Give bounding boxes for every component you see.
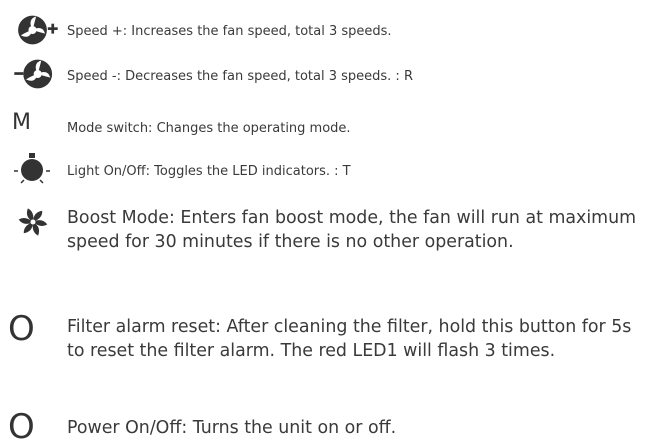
boost-fan-icon	[18, 208, 48, 236]
item-text: Mode switch: Changes the operating mode.	[67, 121, 351, 136]
list-item: Speed +: Increases the fan speed, total …	[0, 12, 659, 48]
item-text: Power On/Off: Turns the unit on or off.	[67, 418, 397, 438]
filter-reset-icon: O	[8, 309, 35, 349]
item-text: Speed +: Increases the fan speed, total …	[67, 24, 392, 39]
list-item: O Filter alarm reset: After cleaning the…	[0, 309, 659, 389]
item-text: Speed -: Decreases the fan speed, total …	[67, 69, 413, 84]
list-item: Speed -: Decreases the fan speed, total …	[0, 56, 659, 92]
item-text: Light On/Off: Toggles the LED indicators…	[67, 164, 351, 179]
list-item: Light On/Off: Toggles the LED indicators…	[0, 150, 659, 190]
fan-speed-minus-icon	[14, 59, 53, 89]
light-bulb-icon	[14, 153, 50, 184]
list-item: M Mode switch: Changes the operating mod…	[0, 110, 659, 140]
power-icon: O	[8, 407, 35, 447]
fan-speed-plus-icon	[18, 15, 58, 45]
mode-letter-icon: M	[12, 110, 31, 135]
list-item: Boost Mode: Enters fan boost mode, the f…	[0, 205, 659, 280]
item-text: Filter alarm reset: After cleaning the f…	[67, 317, 632, 361]
item-text: Boost Mode: Enters fan boost mode, the f…	[67, 208, 637, 252]
list-item: O Power On/Off: Turns the unit on or off…	[0, 407, 659, 447]
